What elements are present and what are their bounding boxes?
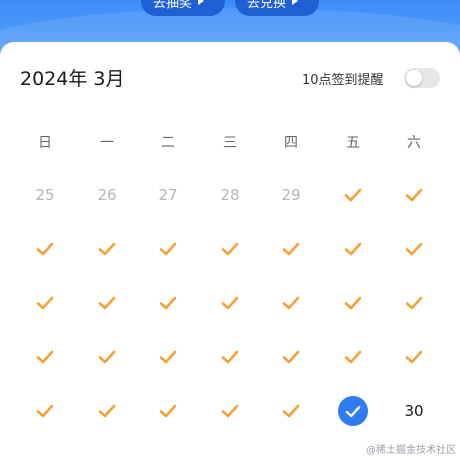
play-arrow-icon: [292, 0, 299, 5]
weekday-label: 一: [100, 135, 114, 151]
checkmark-icon: [344, 242, 362, 256]
checkmark-icon: [159, 404, 177, 418]
day-number: 29: [281, 186, 301, 204]
day-cell-other-month[interactable]: 27: [148, 175, 188, 215]
day-cell-signed[interactable]: [148, 283, 188, 323]
checkmark-icon: [221, 404, 239, 418]
checkmark-icon: [221, 350, 239, 364]
day-cell-signed[interactable]: [271, 337, 311, 377]
day-cell-signed[interactable]: [394, 337, 434, 377]
checkmark-icon: [345, 405, 361, 417]
day-cell-signed[interactable]: [25, 283, 65, 323]
checkmark-icon: [98, 242, 116, 256]
day-cell-signed[interactable]: [148, 337, 188, 377]
checkmark-icon: [36, 404, 54, 418]
day-cell-signed[interactable]: [271, 229, 311, 269]
day-cell-signed[interactable]: [333, 283, 373, 323]
day-cell[interactable]: 30: [394, 391, 434, 431]
redeem-button[interactable]: 去兑换: [235, 0, 319, 16]
day-cell-today-signed[interactable]: [333, 391, 373, 431]
checkmark-icon: [36, 296, 54, 310]
day-number: 26: [97, 186, 117, 204]
checkmark-icon: [221, 296, 239, 310]
day-cell-other-month[interactable]: 25: [25, 175, 65, 215]
checkmark-icon: [36, 242, 54, 256]
day-cell-signed[interactable]: [333, 175, 373, 215]
toggle-knob: [406, 70, 422, 86]
checkmark-icon: [159, 296, 177, 310]
weekday-label: 六: [407, 135, 421, 151]
weekday-label: 日: [38, 135, 52, 151]
day-cell-signed[interactable]: [87, 391, 127, 431]
reminder-label: 10点签到提醒: [302, 73, 384, 88]
checkmark-icon: [159, 242, 177, 256]
day-cell-signed[interactable]: [210, 283, 250, 323]
day-number: 25: [35, 186, 55, 204]
day-cell-other-month[interactable]: 26: [87, 175, 127, 215]
day-cell-other-month[interactable]: 29: [271, 175, 311, 215]
checkmark-icon: [159, 350, 177, 364]
day-cell-signed[interactable]: [271, 283, 311, 323]
day-cell-other-month[interactable]: 28: [210, 175, 250, 215]
weekday-label: 三: [223, 135, 237, 151]
checkmark-icon: [36, 350, 54, 364]
day-number: 27: [158, 186, 178, 204]
checkmark-icon: [98, 350, 116, 364]
checkmark-icon: [282, 404, 300, 418]
checkmark-icon: [282, 296, 300, 310]
checkmark-icon: [405, 242, 423, 256]
day-cell-signed[interactable]: [25, 337, 65, 377]
watermark: @稀土掘金技术社区: [366, 445, 456, 456]
day-cell-signed[interactable]: [394, 175, 434, 215]
checkmark-icon: [344, 350, 362, 364]
day-cell-signed[interactable]: [394, 283, 434, 323]
checkmark-icon: [344, 296, 362, 310]
day-cell-signed[interactable]: [148, 229, 188, 269]
day-cell-signed[interactable]: [148, 391, 188, 431]
checkmark-icon: [282, 242, 300, 256]
day-cell-signed[interactable]: [87, 229, 127, 269]
checkmark-icon: [405, 296, 423, 310]
checkmark-icon: [282, 350, 300, 364]
day-number: 30: [404, 402, 424, 420]
lottery-button-label: 去抽奖: [153, 0, 193, 11]
day-cell-signed[interactable]: [210, 337, 250, 377]
reminder-toggle[interactable]: [404, 68, 440, 88]
day-cell-signed[interactable]: [333, 229, 373, 269]
redeem-button-label: 去兑换: [247, 0, 287, 11]
checkmark-icon: [344, 188, 362, 202]
checkmark-icon: [405, 350, 423, 364]
day-cell-signed[interactable]: [87, 283, 127, 323]
today-check-badge: [338, 396, 368, 426]
day-cell-signed[interactable]: [271, 391, 311, 431]
day-cell-signed[interactable]: [394, 229, 434, 269]
weekday-label: 二: [161, 135, 175, 151]
day-cell-signed[interactable]: [25, 229, 65, 269]
day-cell-signed[interactable]: [210, 391, 250, 431]
checkmark-icon: [405, 188, 423, 202]
weekday-label: 四: [284, 135, 298, 151]
lottery-button[interactable]: 去抽奖: [141, 0, 225, 16]
checkmark-icon: [98, 296, 116, 310]
checkmark-icon: [221, 242, 239, 256]
month-title: 2024年 3月: [20, 68, 125, 90]
day-number: 28: [220, 186, 240, 204]
weekday-label: 五: [346, 135, 360, 151]
day-cell-signed[interactable]: [87, 337, 127, 377]
day-cell-signed[interactable]: [25, 391, 65, 431]
day-cell-signed[interactable]: [333, 337, 373, 377]
checkmark-icon: [98, 404, 116, 418]
play-arrow-icon: [198, 0, 205, 5]
day-cell-signed[interactable]: [210, 229, 250, 269]
